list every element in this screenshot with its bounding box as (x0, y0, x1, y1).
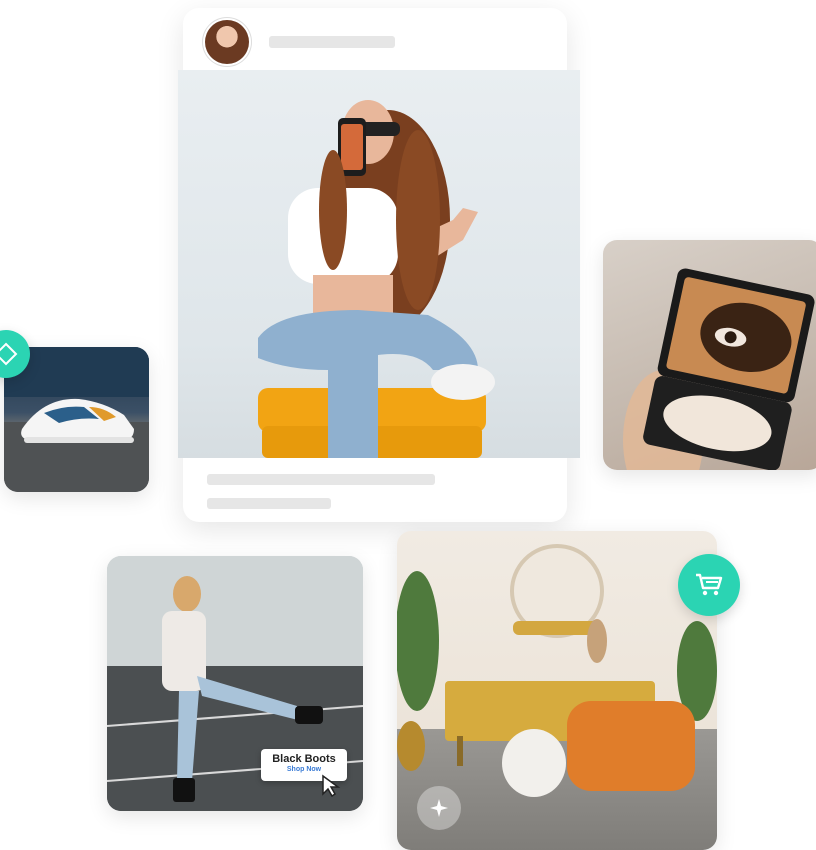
cursor-icon (322, 774, 341, 798)
caption-placeholder-line-1 (207, 474, 435, 485)
avatar[interactable] (205, 20, 249, 64)
caption-placeholder-line-2 (207, 498, 331, 509)
username-placeholder (269, 36, 395, 48)
sparkle-badge[interactable] (417, 786, 461, 830)
woman-selfie-illustration (258, 100, 495, 458)
tag-icon (0, 342, 18, 366)
product-tag-title: Black Boots (272, 753, 336, 765)
sparkle-icon (430, 799, 448, 817)
sneaker-product-card[interactable] (4, 347, 149, 492)
shop-now-link[interactable]: Shop Now (261, 766, 347, 773)
shopping-cart-icon (696, 573, 723, 596)
cart-badge[interactable] (678, 554, 740, 616)
compact-mirror-image (623, 268, 815, 470)
post-photo[interactable] (178, 70, 580, 458)
makeup-compact-card[interactable] (603, 240, 816, 470)
sneaker-image (4, 347, 149, 492)
black-boots-product-card[interactable]: Black Boots Shop Now (107, 556, 363, 811)
